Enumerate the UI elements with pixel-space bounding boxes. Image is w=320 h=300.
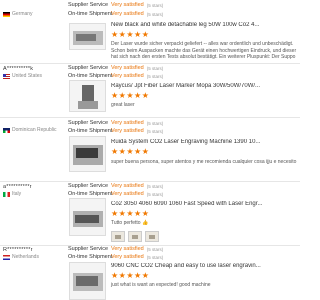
product-title[interactable]: New black and white detachable leg 50W 1… (111, 22, 299, 28)
product-title[interactable]: 9060 CNC CO2 Cheap and easy to use laser… (111, 263, 299, 269)
review-stars: ★★★★★ (111, 147, 150, 156)
product-thumbnail[interactable] (69, 80, 106, 112)
flag-netherlands-icon (3, 254, 10, 260)
product-title[interactable]: Ruida System CO2 Laser Engraving Machine… (111, 139, 299, 145)
product-thumbnail[interactable] (69, 136, 106, 172)
product-thumbnail[interactable] (69, 262, 106, 300)
review-text: super buena persona, super atentos y me … (111, 159, 297, 165)
flag-germany-icon (3, 11, 10, 17)
reviewer-username: a**********r (3, 184, 32, 190)
review-stars: ★★★★★ (111, 91, 150, 100)
reviewer-username: A**********k (3, 66, 34, 72)
review-text: just what is want an expected! good mach… (111, 282, 211, 288)
review-photo[interactable] (128, 231, 142, 242)
review-stars: ★★★★★ (111, 30, 150, 39)
reviewer-country: Dominican Republic (3, 127, 56, 133)
on-time-shipment-rating: On-time Shipment Very satisfied (5 stars… (68, 73, 164, 79)
reviewer-country: United States (3, 73, 42, 79)
review-text: Tutto perfetto 👍 (111, 220, 149, 226)
reviewer-country: Netherlands (3, 254, 39, 260)
product-title[interactable]: Raycus/ Jpt Fiber Laser Marker Mopa 30W/… (111, 83, 299, 89)
on-time-shipment-rating: On-time Shipment Very satisfied (5 stars… (68, 191, 164, 197)
review-photo[interactable] (145, 231, 159, 242)
product-thumbnail[interactable] (69, 198, 106, 236)
seller-service-rating: Supplier Service Very satisfied (5 stars… (68, 120, 164, 126)
product-thumbnail[interactable] (69, 23, 106, 50)
review-2: A**********k United States Supplier Serv… (0, 65, 300, 116)
seller-service-rating: Supplier Service Very satisfied (5 stars… (68, 2, 164, 8)
review-stars: ★★★★★ (111, 271, 150, 280)
reviewer-username: R**********r (3, 247, 33, 253)
review-text: great laser (111, 102, 135, 108)
seller-service-rating: Supplier Service Very satisfied (5 stars… (68, 246, 164, 252)
seller-service-rating: Supplier Service Very satisfied (5 stars… (68, 183, 164, 189)
review-photos (111, 231, 159, 242)
flag-italy-icon (3, 191, 10, 197)
divider (0, 63, 300, 64)
review-3: Dominican Republic Supplier Service Very… (0, 119, 300, 181)
divider (0, 117, 300, 118)
review-stars: ★★★★★ (111, 209, 150, 218)
on-time-shipment-rating: On-time Shipment Very satisfied (5 stars… (68, 128, 164, 134)
review-4: a**********r Italy Supplier Service Very… (0, 183, 300, 244)
flag-dominican-republic-icon (3, 127, 10, 133)
reviewer-country: Italy (3, 191, 21, 197)
seller-service-rating: Supplier Service Very satisfied (5 stars… (68, 65, 164, 71)
on-time-shipment-rating: On-time Shipment Very satisfied (5 stars… (68, 254, 164, 260)
divider (0, 181, 300, 182)
review-photo[interactable] (111, 231, 125, 242)
product-title[interactable]: Co2 3050 4060 6090 1060 Fast Speed with … (111, 201, 299, 207)
review-1: New black and white detachable leg 50W 1… (0, 17, 300, 67)
flag-united-states-icon (3, 73, 10, 79)
review-5: R**********r Netherlands Supplier Servic… (0, 246, 300, 300)
